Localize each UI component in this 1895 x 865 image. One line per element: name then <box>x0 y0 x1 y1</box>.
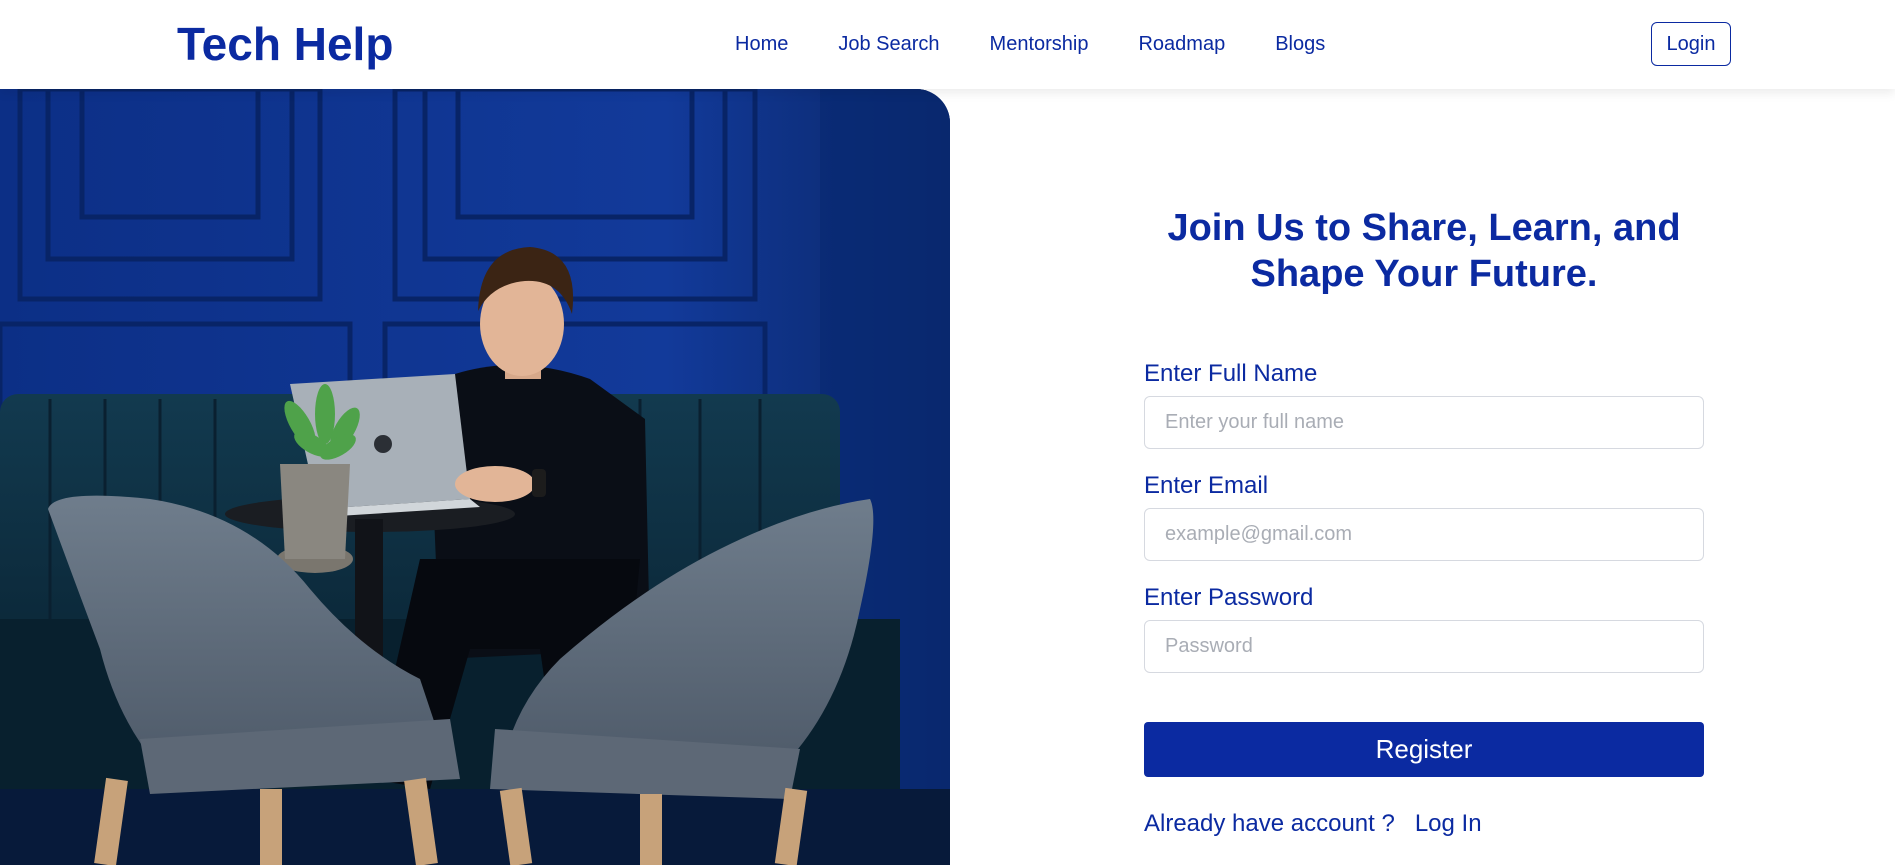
nav-item-mentorship[interactable]: Mentorship <box>990 32 1089 56</box>
email-input[interactable] <box>1144 508 1704 561</box>
full-name-input[interactable] <box>1144 396 1704 449</box>
account-prompt-text: Already have account ? <box>1144 810 1395 837</box>
top-navbar: Tech Help Home Job Search Mentorship Roa… <box>0 0 1895 89</box>
email-label: Enter Email <box>1144 472 1269 499</box>
main-nav: Home Job Search Mentorship Roadmap Blogs <box>735 32 1325 56</box>
login-button[interactable]: Login <box>1651 22 1731 66</box>
nav-item-home[interactable]: Home <box>735 32 788 56</box>
password-input[interactable] <box>1144 620 1704 673</box>
nav-item-blogs[interactable]: Blogs <box>1275 32 1325 56</box>
nav-item-roadmap[interactable]: Roadmap <box>1138 32 1225 56</box>
login-prompt-row: Already have account ? Log In <box>1144 810 1482 838</box>
form-heading: Join Us to Share, Learn, and Shape Your … <box>1167 207 1681 295</box>
log-in-link[interactable]: Log In <box>1415 810 1482 838</box>
register-button[interactable]: Register <box>1144 722 1704 777</box>
nav-item-job-search[interactable]: Job Search <box>838 32 939 56</box>
password-label: Enter Password <box>1144 584 1314 611</box>
brand-logo-text[interactable]: Tech Help <box>177 16 393 72</box>
hero-photo <box>0 89 950 865</box>
man-working-on-laptop-illustration <box>0 89 950 865</box>
full-name-label: Enter Full Name <box>1144 360 1318 387</box>
